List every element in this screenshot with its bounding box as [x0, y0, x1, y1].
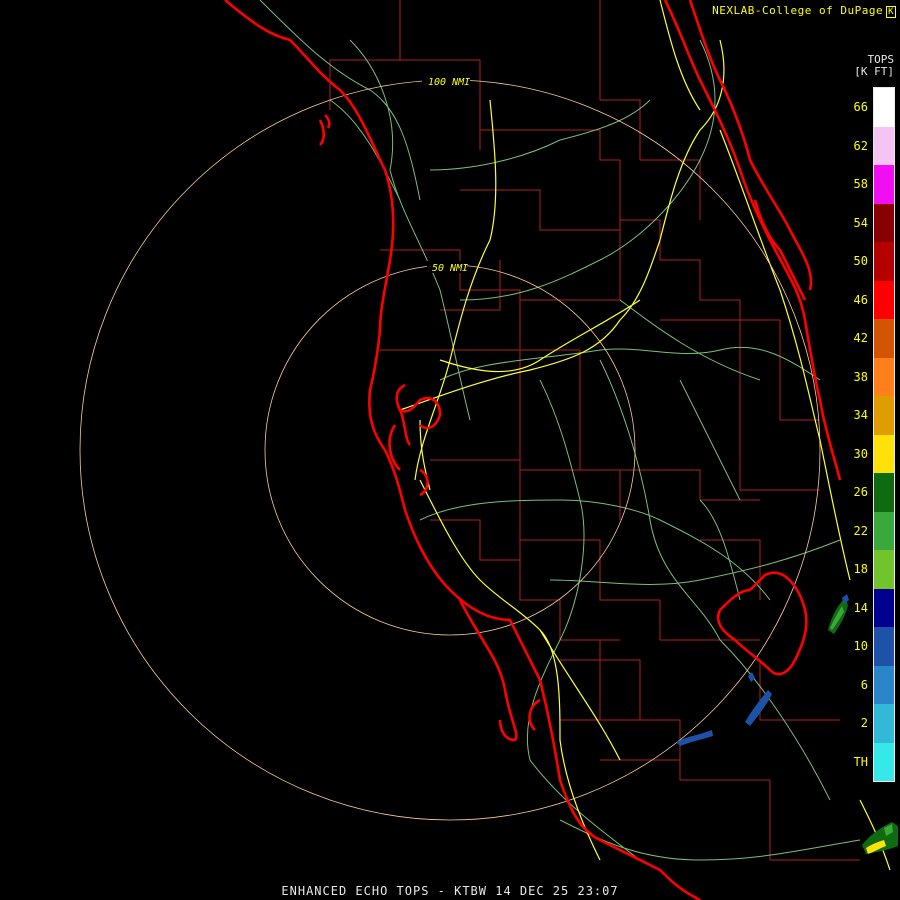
- legend-swatch: [874, 511, 894, 550]
- legend-tick-label: 26: [853, 485, 868, 500]
- legend-swatch: [874, 704, 894, 743]
- legend-tick-label: 2: [860, 716, 868, 731]
- legend-tick-label: 10: [853, 639, 868, 654]
- legend-swatch: [874, 396, 894, 435]
- legend-tick-label: 46: [853, 292, 868, 307]
- legend-tick-label: TH: [853, 754, 868, 769]
- legend-swatch: [874, 742, 894, 781]
- ring-label-50: 50 NMI: [432, 263, 468, 274]
- legend-swatch: [874, 319, 894, 358]
- legend-tick-label: 14: [853, 600, 868, 615]
- legend-tick-label: 38: [853, 369, 868, 384]
- legend-swatch: [874, 550, 894, 589]
- legend-tick-label: 6: [860, 677, 868, 692]
- credit-text: NEXLAB-College of DuPage: [712, 4, 884, 17]
- legend-tick-label: 58: [853, 177, 868, 192]
- legend-tick-label: 18: [853, 562, 868, 577]
- legend-swatch: [874, 242, 894, 281]
- legend-swatch: [874, 280, 894, 319]
- legend-swatch: [874, 165, 894, 204]
- legend-tick-label: 50: [853, 254, 868, 269]
- legend-tick-label: 42: [853, 331, 868, 346]
- legend-swatch: [874, 203, 894, 242]
- legend-tick-label: 22: [853, 523, 868, 538]
- credit-header: NEXLAB-College of DuPage K: [712, 4, 896, 18]
- legend-tick-label: 30: [853, 446, 868, 461]
- legend-tick-label: 66: [853, 100, 868, 115]
- credit-logo-icon: K: [886, 6, 896, 18]
- legend-tick-label: 34: [853, 408, 868, 423]
- radar-map: 50 NMI 100 NMI: [0, 0, 900, 900]
- legend-swatch: [874, 88, 894, 127]
- legend-swatch: [874, 473, 894, 512]
- ring-label-100: 100 NMI: [428, 77, 470, 88]
- legend-swatch: [874, 588, 894, 627]
- legend-tick-label: 54: [853, 215, 868, 230]
- legend-tick-label: 62: [853, 138, 868, 153]
- legend-swatch: [874, 126, 894, 165]
- legend-swatch: [874, 434, 894, 473]
- legend-title: TOPS [K FT]: [854, 54, 894, 78]
- legend-swatch: [874, 665, 894, 704]
- legend-swatch: [874, 357, 894, 396]
- legend-swatch: [874, 627, 894, 666]
- footer-caption: ENHANCED ECHO TOPS - KTBW 14 DEC 25 23:0…: [281, 884, 619, 898]
- legend-title-line2: [K FT]: [854, 65, 894, 78]
